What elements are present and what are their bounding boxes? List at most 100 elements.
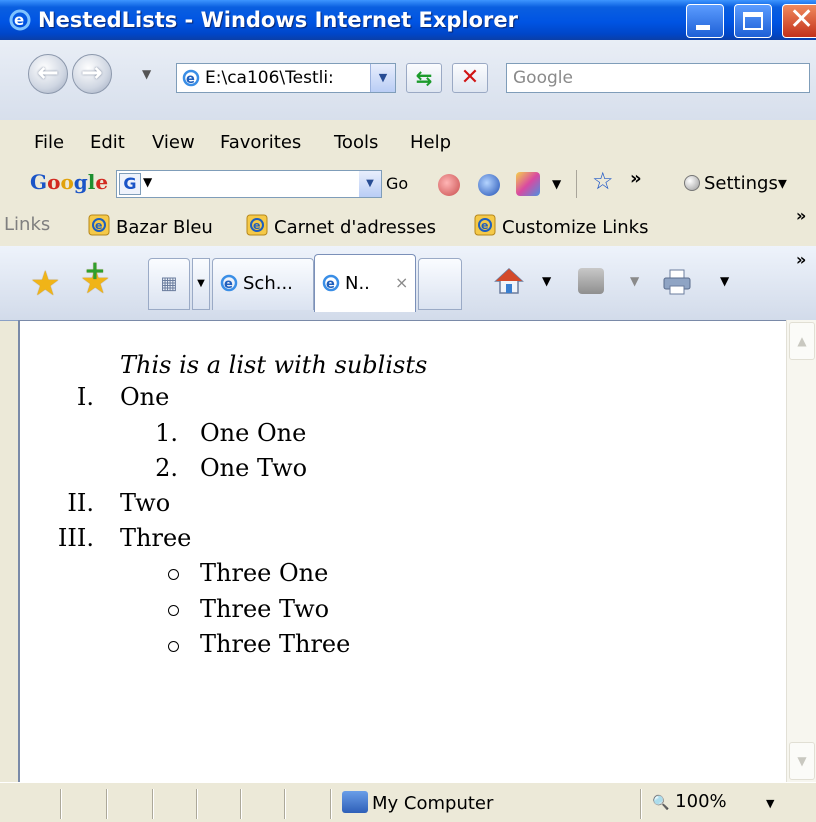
- pagerank-icon[interactable]: [478, 174, 500, 196]
- maximize-button[interactable]: [734, 4, 772, 38]
- tab-label: N..: [345, 273, 370, 294]
- settings-icon: [684, 175, 700, 191]
- link-carnet-adresses[interactable]: e Carnet d'adresses: [246, 214, 436, 238]
- menu-view[interactable]: View: [152, 132, 195, 153]
- star-icon[interactable]: ☆: [592, 167, 614, 195]
- favorites-center-icon[interactable]: ★: [30, 264, 60, 304]
- back-button[interactable]: ←: [28, 54, 68, 94]
- refresh-button[interactable]: ⇆: [406, 63, 442, 93]
- scroll-up-button[interactable]: ▲: [789, 322, 815, 360]
- link-bazar-bleu[interactable]: e Bazar Bleu: [88, 214, 213, 238]
- settings-button[interactable]: Settings▾: [684, 173, 787, 194]
- list-caption: This is a list with sublists: [120, 351, 428, 379]
- list-marker: 2.: [155, 454, 178, 482]
- stop-button[interactable]: ✕: [452, 63, 488, 93]
- list-item: Three Two: [200, 595, 330, 623]
- close-tab-icon[interactable]: ×: [395, 273, 408, 292]
- window-title: NestedLists - Windows Internet Explorer: [38, 8, 519, 32]
- chevron-down-icon[interactable]: ▼: [542, 274, 551, 288]
- list-item: Two: [120, 489, 171, 517]
- title-bar[interactable]: e NestedLists - Windows Internet Explore…: [0, 0, 816, 40]
- circle-bullet: [168, 605, 179, 616]
- menu-tools[interactable]: Tools: [334, 132, 378, 153]
- toolbar-more-button[interactable]: »: [630, 168, 642, 189]
- scroll-down-button[interactable]: ▼: [789, 742, 815, 780]
- feeds-icon[interactable]: [578, 268, 604, 294]
- address-dropdown-button[interactable]: ▼: [370, 64, 395, 92]
- toolbar-app-icon[interactable]: [516, 172, 540, 196]
- menu-file[interactable]: File: [34, 132, 64, 153]
- forward-arrow-icon: →: [81, 58, 103, 88]
- svg-text:e: e: [253, 219, 260, 232]
- ie-page-icon: e: [88, 214, 110, 236]
- ie-logo-icon: e: [9, 9, 31, 31]
- command-bar-more-button[interactable]: »: [796, 250, 806, 269]
- google-logo: Google: [30, 170, 109, 194]
- menu-favorites[interactable]: Favorites: [220, 132, 301, 153]
- status-divider: [640, 789, 641, 819]
- menu-edit[interactable]: Edit: [90, 132, 125, 153]
- tab-bar: ★ ★ + ▦ ▼ e Sch... e N.. × ▼ ▼ ▼ »: [0, 246, 816, 321]
- status-divider: [106, 789, 107, 819]
- minimize-icon: [696, 25, 710, 30]
- list-item: One Two: [200, 454, 308, 482]
- list-item: Three: [120, 524, 192, 552]
- chevron-down-icon[interactable]: ▼: [720, 274, 729, 288]
- address-text[interactable]: E:\ca106\Testli:: [205, 68, 373, 88]
- page-ie-icon: e: [182, 69, 200, 87]
- circle-bullet: [168, 641, 179, 652]
- maximize-icon: [743, 12, 763, 30]
- svg-text:e: e: [14, 11, 24, 29]
- address-bar[interactable]: e E:\ca106\Testli: ▼: [176, 63, 396, 93]
- tab-list-button[interactable]: ▼: [192, 258, 210, 310]
- menu-bar: File Edit View Favorites Tools Help: [0, 120, 816, 163]
- ie-page-icon: e: [474, 214, 496, 236]
- tab-label: Sch...: [243, 273, 293, 294]
- status-divider: [240, 789, 241, 819]
- links-bar: Links e Bazar Bleu e Carnet d'adresses e Cu…: [0, 204, 816, 247]
- links-more-button[interactable]: »: [796, 206, 806, 225]
- minimize-button[interactable]: [686, 4, 724, 38]
- chevron-down-icon[interactable]: ▼: [630, 274, 639, 288]
- status-bar: My Computer 🔍 100% ▼: [0, 782, 816, 822]
- back-arrow-icon: ←: [37, 58, 59, 88]
- history-dropdown-button[interactable]: ▼: [142, 67, 151, 81]
- google-g-icon[interactable]: G: [119, 173, 141, 195]
- stop-icon: ✕: [460, 65, 480, 90]
- quick-tabs-button[interactable]: ▦: [148, 258, 190, 310]
- new-tab-button[interactable]: [418, 258, 462, 310]
- refresh-icon: ⇆: [415, 66, 433, 90]
- google-search-dropdown[interactable]: ▼: [359, 171, 381, 197]
- chevron-down-icon[interactable]: ▼: [143, 175, 152, 189]
- link-customize-links[interactable]: e Customize Links: [474, 214, 648, 238]
- security-zone[interactable]: My Computer: [342, 791, 493, 814]
- toolbar-separator: [576, 170, 577, 198]
- menu-help[interactable]: Help: [410, 132, 451, 153]
- status-divider: [60, 789, 61, 819]
- chevron-down-icon[interactable]: ▼: [552, 177, 561, 191]
- vertical-scrollbar[interactable]: ▲ ▼: [786, 320, 816, 782]
- close-button[interactable]: ✕: [782, 2, 816, 38]
- home-icon[interactable]: [494, 266, 524, 296]
- zoom-level[interactable]: 🔍 100%: [652, 791, 727, 812]
- list-marker: I.: [76, 383, 94, 411]
- svg-text:e: e: [224, 277, 233, 292]
- bookmarks-icon[interactable]: [438, 174, 460, 196]
- ie-page-icon: e: [322, 274, 340, 292]
- list-marker: III.: [57, 524, 94, 552]
- print-icon[interactable]: [662, 268, 692, 296]
- zoom-dropdown-button[interactable]: ▼: [766, 797, 774, 810]
- quick-tabs-icon: ▦: [160, 273, 178, 294]
- search-input[interactable]: Google: [506, 63, 810, 93]
- list-item: Three One: [200, 559, 329, 587]
- ie-page-icon: e: [220, 274, 238, 292]
- close-icon: ✕: [789, 2, 815, 37]
- tab-nestedlists-active[interactable]: e N.. ×: [314, 254, 416, 312]
- tab-schedule[interactable]: e Sch...: [212, 258, 314, 310]
- browser-window: e NestedLists - Windows Internet Explore…: [0, 0, 816, 822]
- list-item: One One: [200, 419, 307, 447]
- google-go-button[interactable]: Go: [386, 174, 408, 193]
- google-search-input[interactable]: G ▼ ▼: [116, 170, 382, 198]
- add-to-favorites-icon[interactable]: ★ +: [80, 256, 110, 302]
- forward-button[interactable]: →: [72, 54, 112, 94]
